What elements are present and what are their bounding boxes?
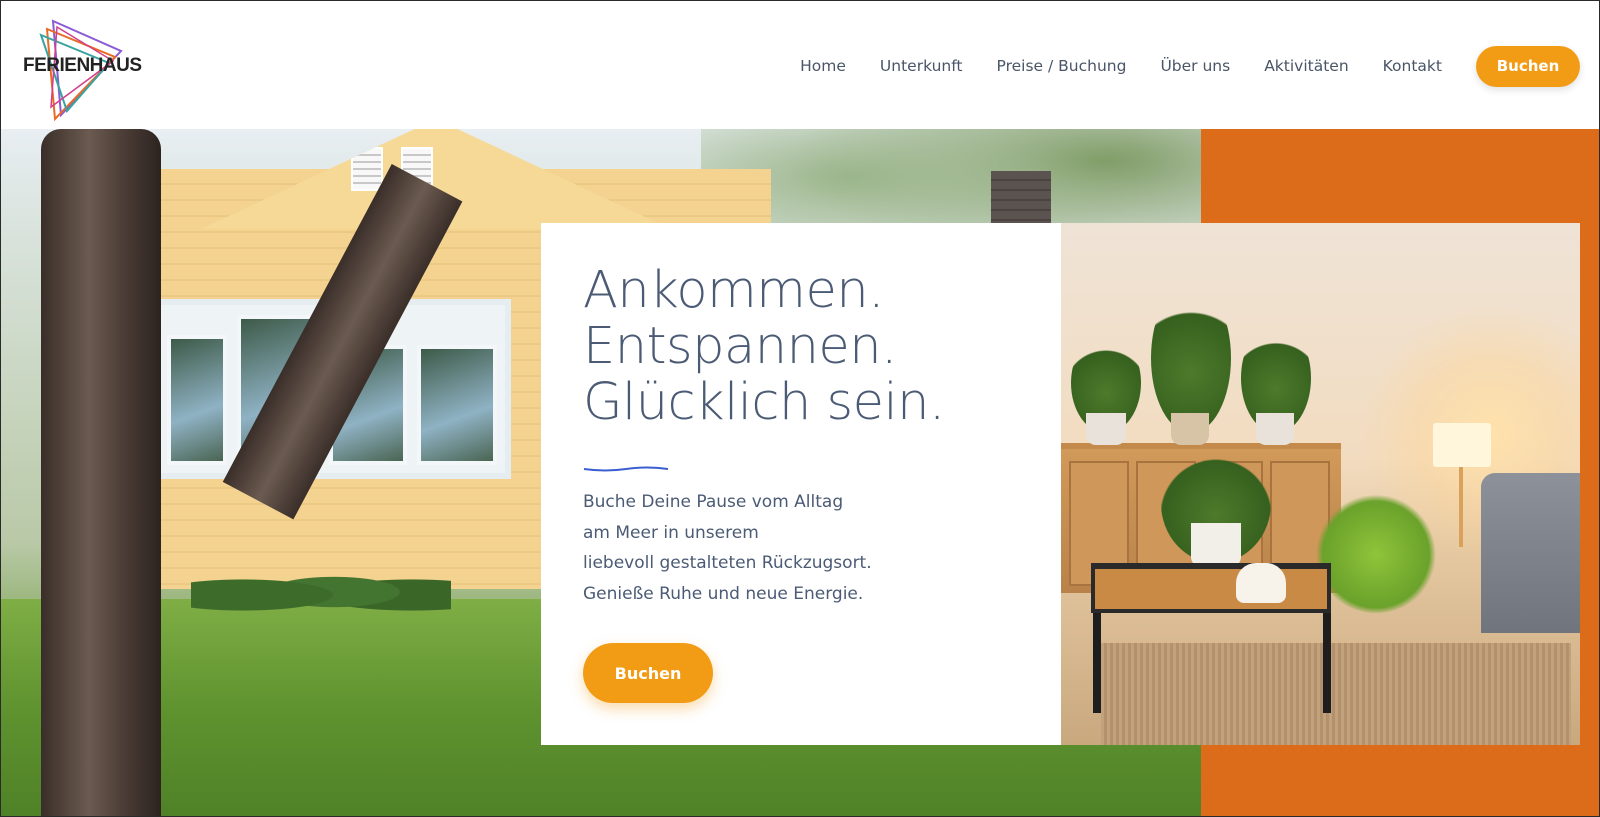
table-leg <box>1323 613 1331 713</box>
lamp-stand <box>1459 467 1463 547</box>
plant-pot <box>1086 413 1126 445</box>
page-frame: FERIENHAUS Home Unterkunft Preise / Buch… <box>0 0 1600 817</box>
wave-divider-icon <box>583 466 669 472</box>
plant-pot <box>1171 413 1209 445</box>
rug <box>1101 643 1571 745</box>
nav-item-preise-buchung[interactable]: Preise / Buchung <box>997 57 1127 75</box>
hero-book-button[interactable]: Buchen <box>583 643 713 703</box>
description-line: Buche Deine Pause vom Alltag <box>583 492 844 512</box>
header-book-button[interactable]: Buchen <box>1476 45 1580 87</box>
hero-card: Ankommen. Entspannen. Glücklich sein. Bu… <box>541 223 1061 745</box>
plant-pot <box>1256 413 1294 445</box>
description-line: Genieße Ruhe und neue Energie. <box>583 583 864 604</box>
bushes <box>191 559 451 619</box>
nav-item-ueber-uns[interactable]: Über uns <box>1160 57 1230 75</box>
headline-line: Glücklich sein. <box>583 373 945 432</box>
site-header: FERIENHAUS Home Unterkunft Preise / Buch… <box>1 1 1599 129</box>
watering-can <box>1236 563 1286 603</box>
site-logo[interactable]: FERIENHAUS <box>21 19 142 121</box>
plant-pot <box>1191 523 1241 567</box>
table-leg <box>1093 613 1101 713</box>
headline-line: Entspannen. <box>583 317 897 376</box>
hero-description: Buche Deine Pause vom Alltag am Meer in … <box>583 487 872 609</box>
description-line: am Meer in unserem <box>583 522 759 543</box>
interior-living-room-image <box>1061 223 1580 745</box>
lamp-shade <box>1433 423 1491 467</box>
window-pane <box>167 335 227 465</box>
coffee-table <box>1091 563 1331 613</box>
gable-vent <box>351 147 383 191</box>
description-line: liebevoll gestalteten Rückzugsort. <box>583 553 872 573</box>
hero-headline: Ankommen. Entspannen. Glücklich sein. <box>583 263 945 431</box>
nav-item-home[interactable]: Home <box>800 57 846 75</box>
chimney <box>991 171 1051 231</box>
headline-line: Ankommen. <box>583 261 884 320</box>
sofa <box>1481 473 1580 633</box>
main-nav: Home Unterkunft Preise / Buchung Über un… <box>800 45 1580 87</box>
window-pane <box>417 345 497 465</box>
nav-item-aktivitaeten[interactable]: Aktivitäten <box>1264 57 1348 75</box>
tree-trunk <box>41 129 161 816</box>
nav-item-kontakt[interactable]: Kontakt <box>1383 57 1442 75</box>
nav-item-unterkunft[interactable]: Unterkunft <box>880 57 963 75</box>
logo-text: FERIENHAUS <box>23 55 142 76</box>
plant <box>1151 283 1231 433</box>
